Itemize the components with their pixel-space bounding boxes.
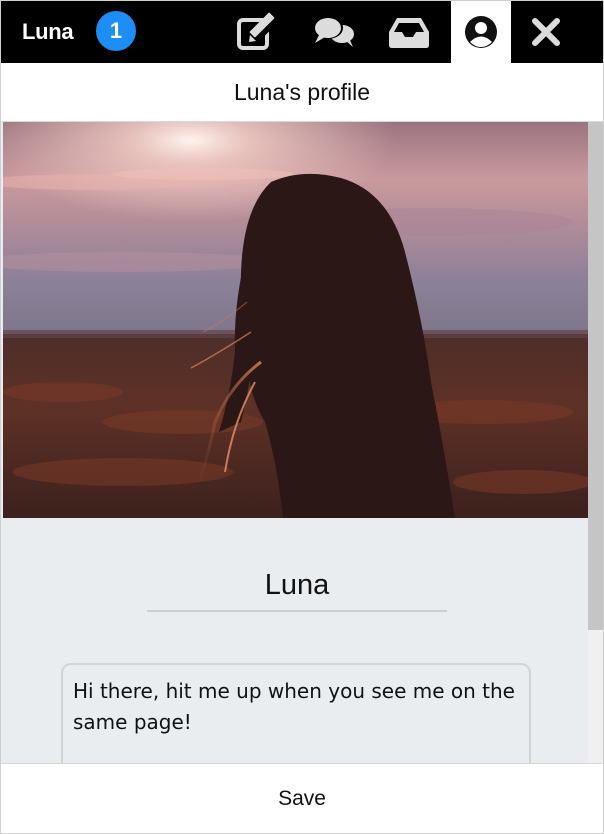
name-input[interactable] xyxy=(147,560,447,612)
profile-photo[interactable] xyxy=(3,122,589,518)
chat-button[interactable] xyxy=(303,1,363,63)
app-window: Luna 1 Luna's profile Luna Hi there, hit… xyxy=(0,0,604,834)
chat-icon xyxy=(313,17,354,47)
profile-icon xyxy=(465,16,497,48)
close-icon xyxy=(532,18,560,46)
close-button[interactable] xyxy=(516,1,576,63)
page-title: Luna's profile xyxy=(233,78,371,105)
current-user-name: Luna xyxy=(22,19,74,44)
profile-header: Luna's profile xyxy=(1,63,603,122)
inbox-icon xyxy=(389,18,429,48)
save-button-label: Save xyxy=(278,787,326,810)
bio-textarea[interactable]: Hi there, hit me up when you see me on t… xyxy=(61,663,531,763)
save-button[interactable]: Save xyxy=(1,763,603,833)
top-bar: Luna 1 xyxy=(1,1,603,63)
profile-content: Hi there, hit me up when you see me on t… xyxy=(1,122,603,763)
inbox-button[interactable] xyxy=(379,1,439,63)
scrollbar-thumb[interactable] xyxy=(588,122,603,630)
compose-icon xyxy=(237,12,279,50)
compose-button[interactable] xyxy=(227,1,287,63)
scrollbar[interactable] xyxy=(588,122,603,763)
notification-badge[interactable]: 1 xyxy=(96,11,136,51)
profile-button[interactable] xyxy=(451,1,511,63)
